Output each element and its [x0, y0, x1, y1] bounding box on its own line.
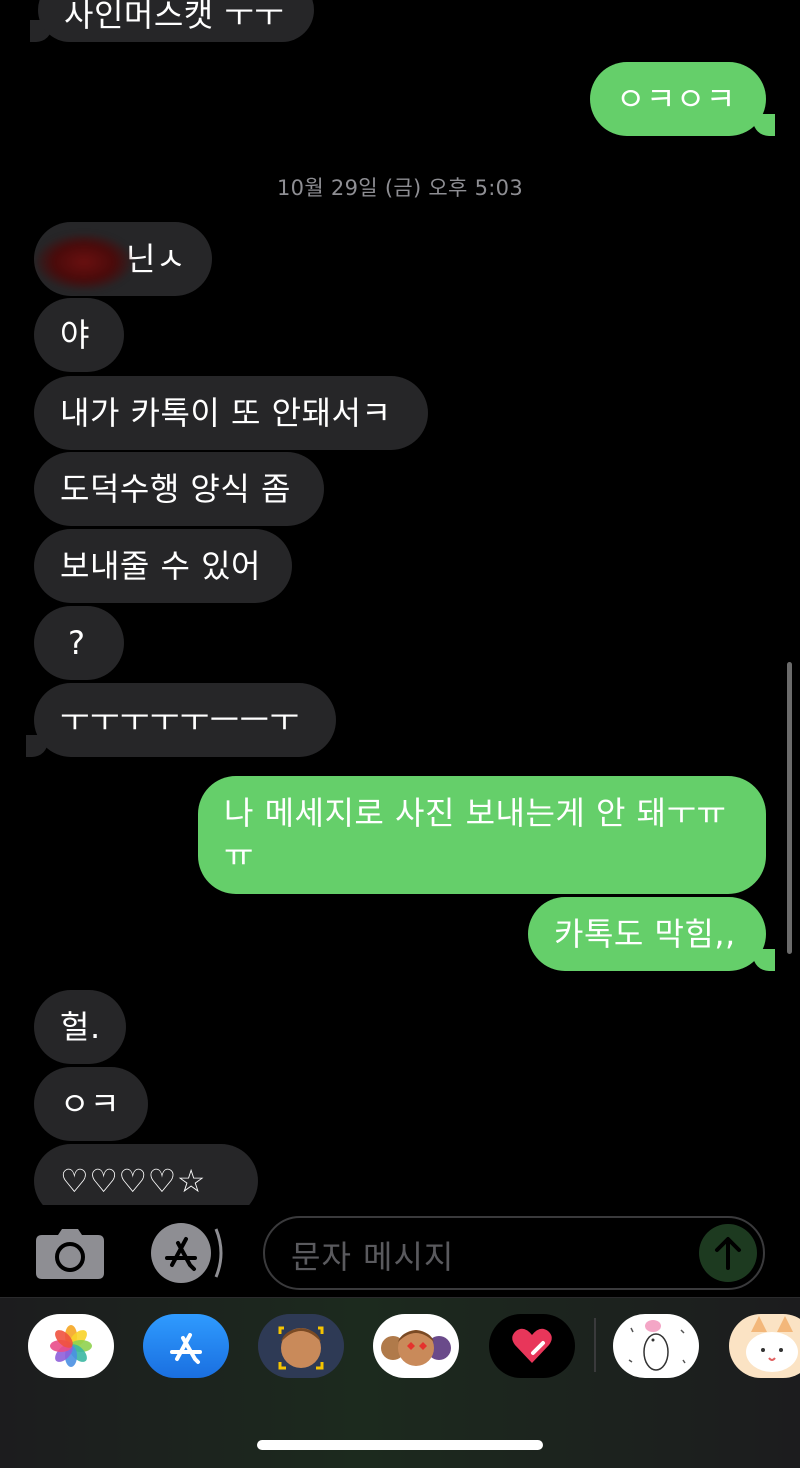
message-bubble-incoming[interactable]: ㅜㅜㅜㅜㅜㅡㅡㅜ: [26, 683, 336, 757]
send-arrow-icon[interactable]: [699, 1224, 757, 1282]
message-bubble-outgoing[interactable]: 카톡도 막힘,,: [528, 897, 775, 971]
message-text: ㅜㅜㅜㅜㅜㅡㅡㅜ: [60, 701, 300, 739]
message-text: 나 메세지로 사진 보내는게 안 돼ㅜㅠ ㅠ: [224, 794, 727, 874]
message-bubble-incoming[interactable]: 헐.: [34, 990, 126, 1064]
message-text: 닌ㅅ: [126, 240, 186, 278]
appstore-icon[interactable]: [150, 1223, 226, 1283]
message-text: 사인머스캣 ㅜㅜ: [64, 0, 285, 34]
message-bubble-incoming[interactable]: ㅇㅋ: [34, 1067, 148, 1141]
memoji-stickers-icon[interactable]: [373, 1314, 459, 1378]
message-text: 도덕수행 양식 좀: [60, 470, 291, 508]
home-indicator[interactable]: [257, 1440, 543, 1450]
sticker-fox-icon[interactable]: [729, 1314, 800, 1378]
message-text: 내가 카톡이 또 안돼서ㅋ: [60, 394, 392, 432]
message-text: ㅇㅋ: [60, 1085, 120, 1123]
photos-app-icon[interactable]: [28, 1314, 114, 1378]
message-text: 카톡도 막힘,,: [554, 915, 736, 953]
message-text: 야: [60, 316, 90, 354]
camera-icon[interactable]: [36, 1229, 104, 1279]
message-input[interactable]: 문자 메시지: [263, 1216, 765, 1290]
message-text: ♡♡♡♡☆: [60, 1162, 206, 1200]
message-text: ?: [68, 624, 86, 662]
message-thread[interactable]: 사인머스캣 ㅜㅜ ㅇㅋㅇㅋ 10월 29일 (금) 오후 5:03 닌ㅅ 야 내…: [0, 0, 800, 1205]
digital-touch-icon[interactable]: [489, 1314, 575, 1378]
sticker-bunny-icon[interactable]: [613, 1314, 699, 1378]
message-bubble-incoming[interactable]: ?: [34, 606, 124, 680]
message-bubble-incoming[interactable]: 야: [34, 298, 124, 372]
message-bubble-outgoing[interactable]: ㅇㅋㅇㅋ: [590, 62, 775, 136]
message-bubble-incoming[interactable]: 내가 카톡이 또 안돼서ㅋ: [34, 376, 428, 450]
app-drawer-divider: [594, 1318, 596, 1372]
appstore-app-icon[interactable]: [143, 1314, 229, 1378]
memoji-camera-icon[interactable]: [258, 1314, 344, 1378]
redacted-name-scribble: [36, 234, 132, 290]
message-text: ㅇㅋㅇㅋ: [616, 80, 736, 118]
scrollbar[interactable]: [787, 662, 792, 954]
message-bubble-incoming[interactable]: 보내줄 수 있어: [34, 529, 292, 603]
message-bubble-outgoing[interactable]: 나 메세지로 사진 보내는게 안 돼ㅜㅠ ㅠ: [198, 776, 766, 894]
message-bubble-incoming[interactable]: ♡♡♡♡☆: [34, 1144, 258, 1205]
timestamp: 10월 29일 (금) 오후 5:03: [277, 176, 523, 200]
message-text: 헐.: [60, 1008, 101, 1046]
message-bubble-incoming[interactable]: 사인머스캣 ㅜㅜ: [30, 0, 314, 42]
message-bubble-incoming[interactable]: 도덕수행 양식 좀: [34, 452, 324, 526]
message-input-placeholder: 문자 메시지: [291, 1238, 455, 1276]
message-text: 보내줄 수 있어: [60, 547, 261, 585]
compose-bar: 문자 메시지: [0, 1205, 800, 1297]
